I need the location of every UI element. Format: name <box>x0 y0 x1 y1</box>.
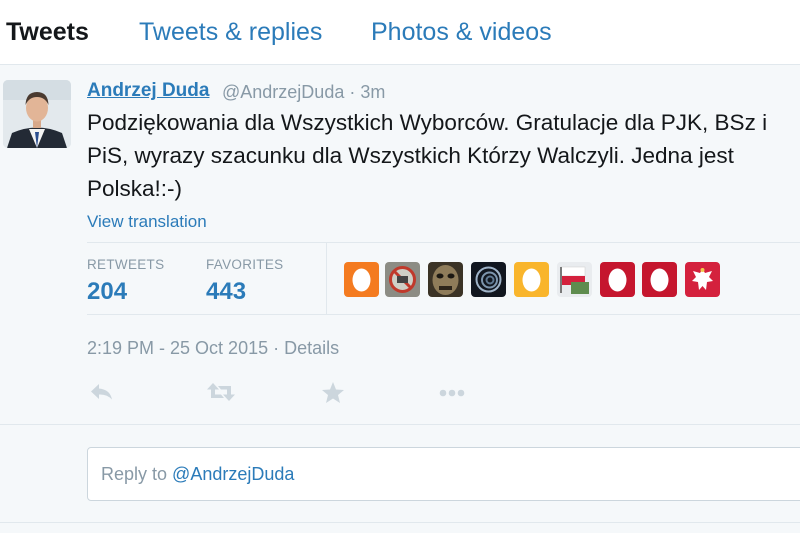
author-handle[interactable]: @AndrzejDuda <box>222 82 344 102</box>
tweet-timestamp-line: 2:19 PM - 25 Oct 2015 · Details <box>87 338 340 358</box>
author-meta: @AndrzejDuda · 3m <box>222 82 386 102</box>
favoriter-avatar[interactable] <box>344 262 379 297</box>
favorite-icon[interactable] <box>320 380 346 409</box>
flag-avatar-image <box>557 262 592 297</box>
favoriter-avatar[interactable] <box>685 262 720 297</box>
stats-divider-vertical <box>326 243 327 314</box>
stats-divider-top <box>87 242 800 243</box>
reply-mention: @AndrzejDuda <box>172 464 295 484</box>
mask-face-avatar-image <box>428 262 463 297</box>
author-name[interactable]: Andrzej Duda <box>87 80 209 102</box>
favoriter-avatar[interactable] <box>514 262 549 297</box>
reply-prefix: Reply to <box>101 464 173 484</box>
reply-icon[interactable] <box>88 380 114 409</box>
stats-divider-bottom <box>87 314 800 315</box>
egg-avatar-image <box>642 262 677 297</box>
author-avatar[interactable] <box>3 80 71 148</box>
tweet-text: Podziękowania dla Wszystkich Wyborców. G… <box>87 110 768 201</box>
favoriter-avatar[interactable] <box>557 262 592 297</box>
view-translation-link[interactable]: View translation <box>87 212 207 232</box>
tweet-timestamp[interactable]: 2:19 PM - 25 Oct 2015 <box>87 338 268 358</box>
retweet-icon[interactable] <box>205 380 237 409</box>
favorites-label: FAVORITES <box>206 257 284 272</box>
no-symbol-avatar-image <box>385 262 420 297</box>
egg-avatar-image <box>514 262 549 297</box>
tweet-age[interactable]: 3m <box>360 82 385 102</box>
egg-avatar-image <box>600 262 635 297</box>
profile-tabs: Tweets Tweets & replies Photos & videos <box>0 0 800 65</box>
reply-separator <box>0 424 800 425</box>
tab-photos-and-videos[interactable]: Photos & videos <box>371 18 552 47</box>
tab-tweets-and-replies[interactable]: Tweets & replies <box>139 18 322 47</box>
white-eagle-avatar-image <box>685 262 720 297</box>
tab-tweets[interactable]: Tweets <box>6 18 89 47</box>
details-link[interactable]: Details <box>284 338 339 358</box>
favoriter-avatar[interactable] <box>385 262 420 297</box>
reply-placeholder: Reply to @AndrzejDuda <box>101 464 294 485</box>
favoriter-avatar[interactable] <box>600 262 635 297</box>
more-icon[interactable] <box>437 380 469 409</box>
retweets-count[interactable]: 204 <box>87 278 127 306</box>
favoriter-avatar[interactable] <box>642 262 677 297</box>
retweets-label: RETWEETS <box>87 257 165 272</box>
bottom-separator <box>0 522 800 523</box>
egg-avatar-image <box>344 262 379 297</box>
avatar-portrait-image <box>3 80 71 148</box>
favoriter-avatar[interactable] <box>471 262 506 297</box>
favoriter-avatar[interactable] <box>428 262 463 297</box>
favorites-count[interactable]: 443 <box>206 278 246 306</box>
spiral-avatar-image <box>471 262 506 297</box>
reply-input[interactable]: Reply to @AndrzejDuda <box>87 447 800 501</box>
